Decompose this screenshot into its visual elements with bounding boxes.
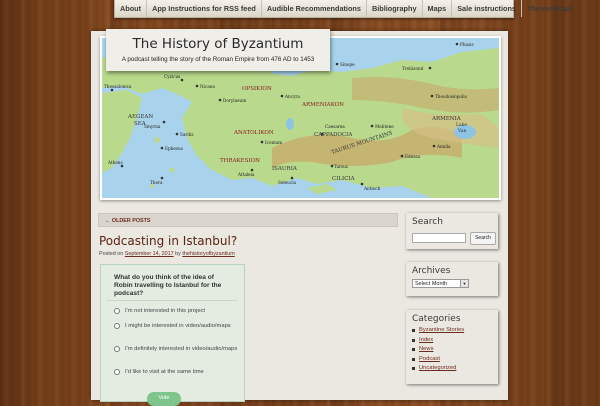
map-label-cappadocia: CAPPADOCIA (314, 132, 353, 138)
map-label-anatolikon: ANATOLIKON (233, 130, 274, 136)
map-city-antioch: Antioch (363, 186, 381, 191)
map-city-phasis: Phasis (460, 42, 474, 47)
map-label-cilicia: CILICIA (332, 176, 356, 182)
map-city-amida: Amida (436, 144, 451, 149)
map-city-cyzicus: Cyzicus (164, 74, 180, 79)
category-link[interactable]: Uncategorized (412, 364, 464, 374)
poll-option[interactable]: I'm definitely interested in video/audio… (114, 345, 239, 353)
nav-app-instructions[interactable]: App Instructions for RSS feed (147, 0, 262, 17)
site-title-card: The History of Byzantium A podcast telli… (106, 29, 330, 71)
archives-select[interactable]: Select Month ▼ (412, 279, 469, 288)
archives-widget: Archives Select Month ▼ (406, 262, 498, 296)
archives-widget-title: Archives (412, 266, 451, 276)
map-city-athens: Athens (107, 160, 123, 165)
map-city-ancyra: Ancyra (284, 94, 300, 99)
map-label-opsikion: OPSIKION (242, 86, 272, 92)
map-island (169, 167, 175, 173)
map-city-edessa: Edessa (405, 154, 421, 159)
category-link[interactable]: Index (412, 336, 464, 346)
post-meta-prefix: Posted on (99, 251, 124, 257)
map-label-aegean: AEGEAN (127, 114, 153, 120)
map-label-armeniakon: ARMENIAKON (301, 102, 344, 108)
chevron-down-icon: ▼ (460, 280, 468, 287)
vote-button[interactable]: Vote (147, 392, 181, 406)
categories-widget-title: Categories (412, 314, 461, 324)
map-city-trebizond: Trebizond (402, 66, 424, 71)
radio-button[interactable] (114, 308, 120, 314)
search-widget-title: Search (412, 217, 443, 227)
map-city-dorylaeum: Dorylaeum (223, 98, 246, 103)
top-nav: About App Instructions for RSS feed Audi… (114, 0, 573, 18)
post-meta-by: by (175, 251, 181, 257)
categories-list: Byzantine Stories Index News Podcast Unc… (412, 326, 464, 374)
nav-maps[interactable]: Maps (423, 0, 453, 17)
map-city-attaleia: Attaleia (237, 172, 255, 177)
nav-sale-instructions[interactable]: Sale instructions (452, 0, 522, 17)
radio-button[interactable] (114, 369, 120, 375)
map-city-caesarea: Caesarea (325, 124, 345, 129)
post-meta: Posted on September 14, 2017 by thehisto… (99, 251, 235, 257)
map-city-sinope: Sinope (340, 62, 355, 67)
category-label: Uncategorized (419, 365, 457, 371)
poll-option-label: I might be interested in video/audio/map… (125, 323, 231, 329)
map-island (154, 137, 160, 143)
site-description: A podcast telling the story of the Roman… (121, 56, 315, 63)
map-city-smyrna: Smyrna (144, 124, 161, 129)
category-label: Podcast (419, 355, 440, 362)
bullet-icon (412, 348, 415, 351)
map-label-armenia: ARMENIA (431, 116, 462, 122)
map-city-ephesus: Ephesus (165, 146, 183, 151)
map-label-isauria: ISAURIA (272, 166, 298, 172)
map-label-thrakesion: THRAKESION (220, 158, 260, 164)
map-city-thera: Thera (150, 180, 163, 185)
poll-question: What do you think of the idea of Robin t… (114, 274, 222, 297)
map-city-theodosiopolis: Theodosiopolis (435, 94, 467, 99)
poll-option[interactable]: I might be interested in video/audio/map… (114, 322, 239, 330)
category-label: Byzantine Stories (419, 327, 465, 333)
archives-select-value: Select Month (415, 281, 448, 287)
map-city-melitene: Melitene (375, 124, 394, 129)
bullet-icon (412, 367, 415, 370)
poll-option-label: I'd like to visit at the same time (125, 369, 204, 375)
bullet-icon (412, 329, 415, 332)
nav-theme-music[interactable]: Theme Music (522, 0, 578, 17)
bullet-icon (412, 338, 415, 342)
poll-option-label: I'm not interested in this project (125, 308, 206, 314)
site-title[interactable]: The History of Byzantium (106, 36, 330, 52)
poll-option[interactable]: I'd like to visit at the same time (114, 368, 239, 376)
map-city-thessalonica: Thessalonica (104, 84, 132, 89)
category-label: News (419, 346, 434, 352)
search-button[interactable]: Search (470, 232, 496, 245)
nav-audible-recommendations[interactable]: Audible Recommendations (262, 0, 367, 17)
search-input[interactable] (412, 233, 466, 243)
search-widget: Search Search (406, 213, 498, 249)
poll-widget: What do you think of the idea of Robin t… (100, 264, 245, 406)
poll-option[interactable]: I'm not interested in this project (114, 307, 239, 315)
map-city-seleucia: Seleucia (278, 180, 297, 185)
post-author-link[interactable]: thehistoryofbyzantium (182, 251, 234, 257)
radio-button[interactable] (114, 323, 120, 329)
map-label-lake-van-2: Van (457, 128, 467, 134)
categories-widget: Categories Byzantine Stories Index News … (406, 310, 498, 384)
category-link[interactable]: Podcast (412, 355, 464, 365)
radio-button[interactable] (114, 346, 120, 352)
map-salt-lake (286, 118, 294, 130)
bullet-icon (412, 357, 415, 361)
map-city-iconium: Iconium (265, 140, 282, 145)
post-date-link[interactable]: September 14, 2017 (125, 251, 174, 257)
map-label-lake-van: Lake (456, 122, 467, 128)
category-link[interactable]: Byzantine Stories (412, 326, 464, 336)
nav-bibliography[interactable]: Bibliography (367, 0, 423, 17)
category-link[interactable]: News (412, 345, 464, 355)
older-posts-link[interactable]: ← OLDER POSTS (98, 213, 398, 227)
map-city-tarsus: Tarsus (334, 164, 348, 169)
poll-divider (107, 300, 237, 301)
map-city-sardis: Sardis (180, 132, 194, 137)
post-title[interactable]: Podcasting in Istanbul? (99, 234, 237, 248)
poll-option-label: I'm definitely interested in video/audio… (125, 346, 238, 352)
nav-about[interactable]: About (115, 0, 148, 17)
category-label: Index (419, 336, 434, 343)
map-city-nicaea: Nicaea (200, 84, 215, 89)
